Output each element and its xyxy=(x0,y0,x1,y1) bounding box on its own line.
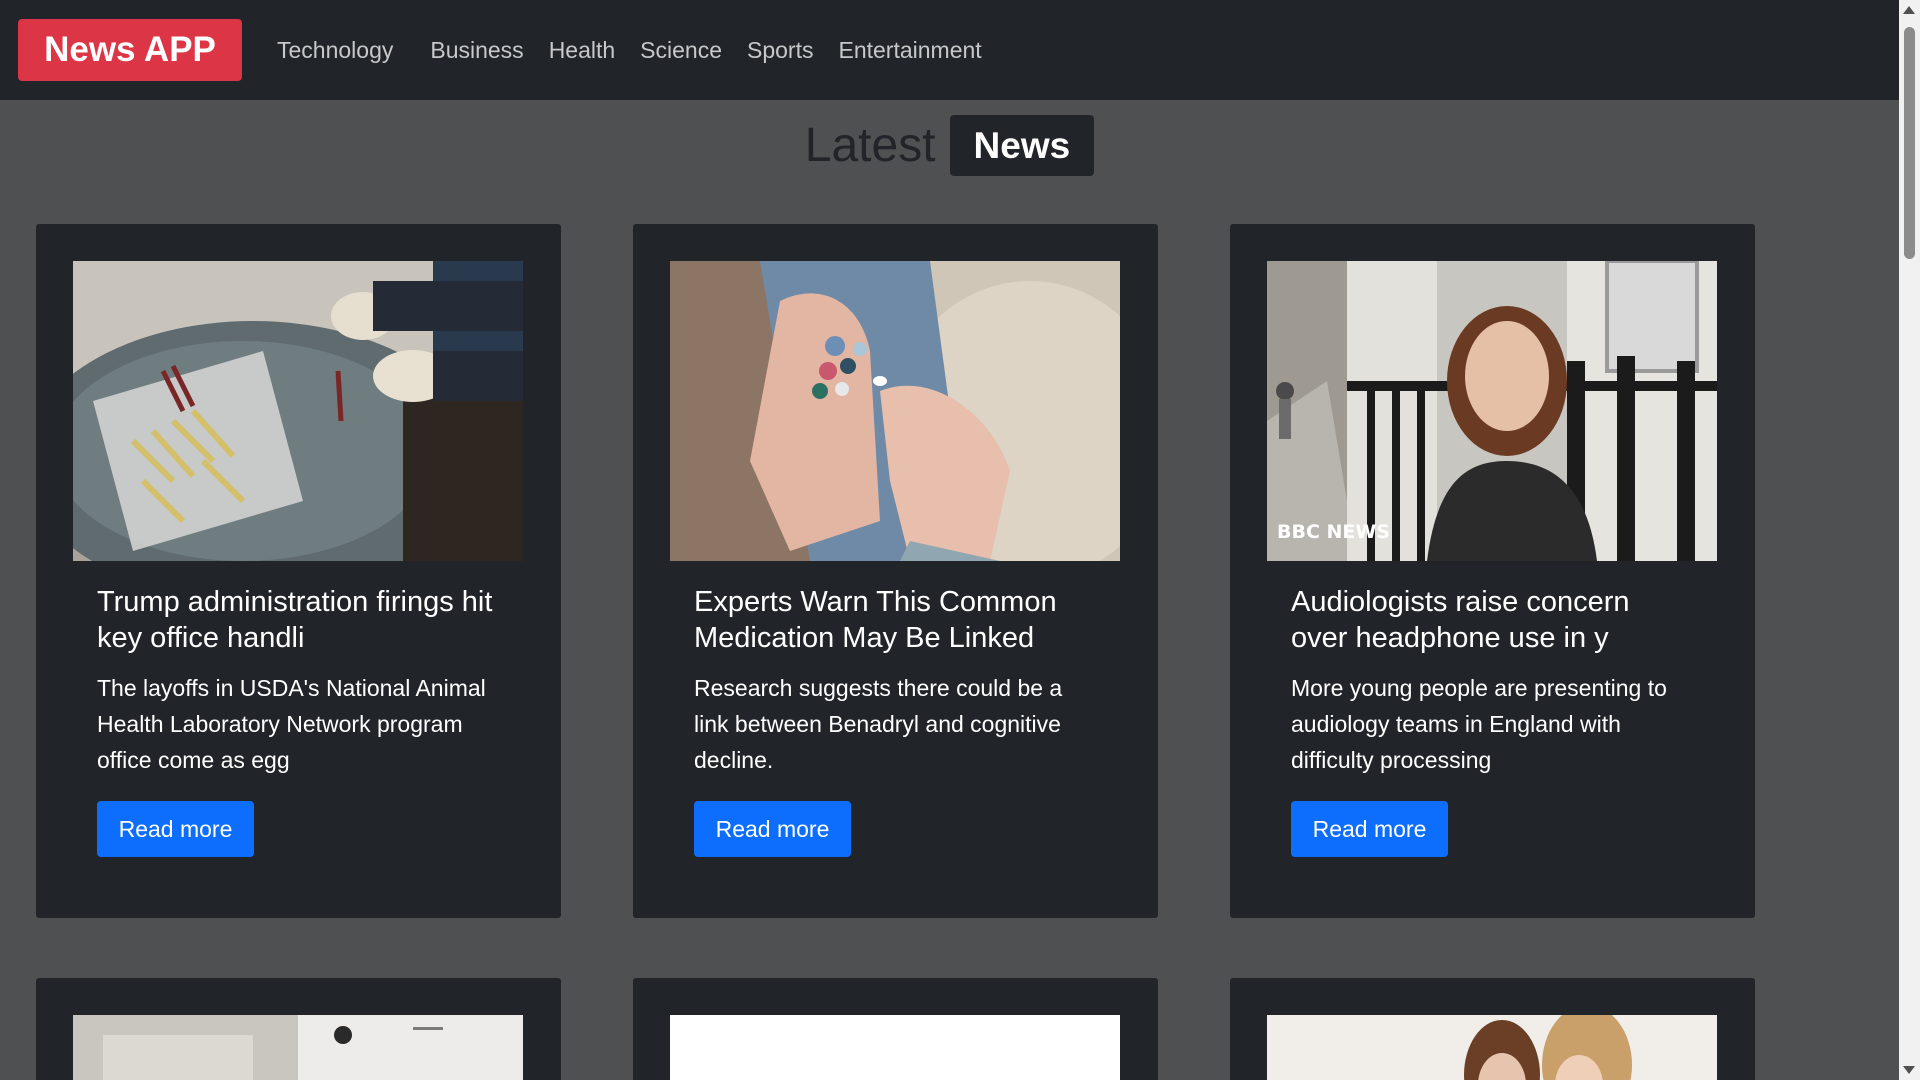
kitchen-photo xyxy=(73,1015,523,1080)
bbc-news-watermark: BBC NEWS xyxy=(1277,521,1391,543)
reporter-street-photo xyxy=(1267,261,1717,561)
article-image[interactable] xyxy=(73,1015,523,1080)
lab-samples-photo xyxy=(73,261,523,561)
blank-image xyxy=(670,1015,1120,1080)
nav-link-technology[interactable]: Technology xyxy=(277,37,393,64)
article-card xyxy=(1230,978,1755,1080)
article-card: Experts Warn This Common Medication May … xyxy=(633,224,1158,918)
scroll-up-icon[interactable] xyxy=(1903,6,1915,14)
heading-badge: News xyxy=(949,115,1095,176)
article-image[interactable] xyxy=(670,1015,1120,1080)
article-card: BBC NEWS Audiologists raise concern over… xyxy=(1230,224,1755,918)
article-image[interactable] xyxy=(670,261,1120,561)
read-more-button[interactable]: Read more xyxy=(97,801,254,857)
article-description: More young people are presenting to audi… xyxy=(1291,675,1667,773)
scroll-down-icon[interactable] xyxy=(1903,1066,1915,1074)
read-more-button[interactable]: Read more xyxy=(694,801,851,857)
article-card xyxy=(633,978,1158,1080)
scrollbar-thumb[interactable] xyxy=(1904,27,1915,259)
nav-link-sports[interactable]: Sports xyxy=(747,37,813,64)
article-title[interactable]: Experts Warn This Common Medication May … xyxy=(694,584,1094,656)
article-title[interactable]: Trump administration firings hit key off… xyxy=(97,584,497,656)
nav-links: Technology Business Health Science Sport… xyxy=(277,37,1007,64)
article-description: The layoffs in USDA's National Animal He… xyxy=(97,675,486,773)
article-card xyxy=(36,978,561,1080)
nav-link-health[interactable]: Health xyxy=(549,37,615,64)
nav-link-entertainment[interactable]: Entertainment xyxy=(838,37,981,64)
pills-in-hand-photo xyxy=(670,261,1120,561)
read-more-button[interactable]: Read more xyxy=(1291,801,1448,857)
article-description: Research suggests there could be a link … xyxy=(694,675,1063,773)
article-title[interactable]: Audiologists raise concern over headphon… xyxy=(1291,584,1691,656)
nav-link-business[interactable]: Business xyxy=(430,37,523,64)
scrollbar[interactable] xyxy=(1899,0,1920,1080)
two-women-photo xyxy=(1267,1015,1717,1080)
article-card: Trump administration firings hit key off… xyxy=(36,224,561,918)
article-image[interactable] xyxy=(73,261,523,561)
heading-prefix: Latest xyxy=(804,119,936,172)
brand-logo[interactable]: News APP xyxy=(18,19,242,81)
navbar: News APP Technology Business Health Scie… xyxy=(0,0,1899,100)
article-image[interactable]: BBC NEWS xyxy=(1267,261,1717,561)
page-heading: Latest News xyxy=(0,115,1899,176)
nav-link-science[interactable]: Science xyxy=(640,37,722,64)
article-image[interactable] xyxy=(1267,1015,1717,1080)
